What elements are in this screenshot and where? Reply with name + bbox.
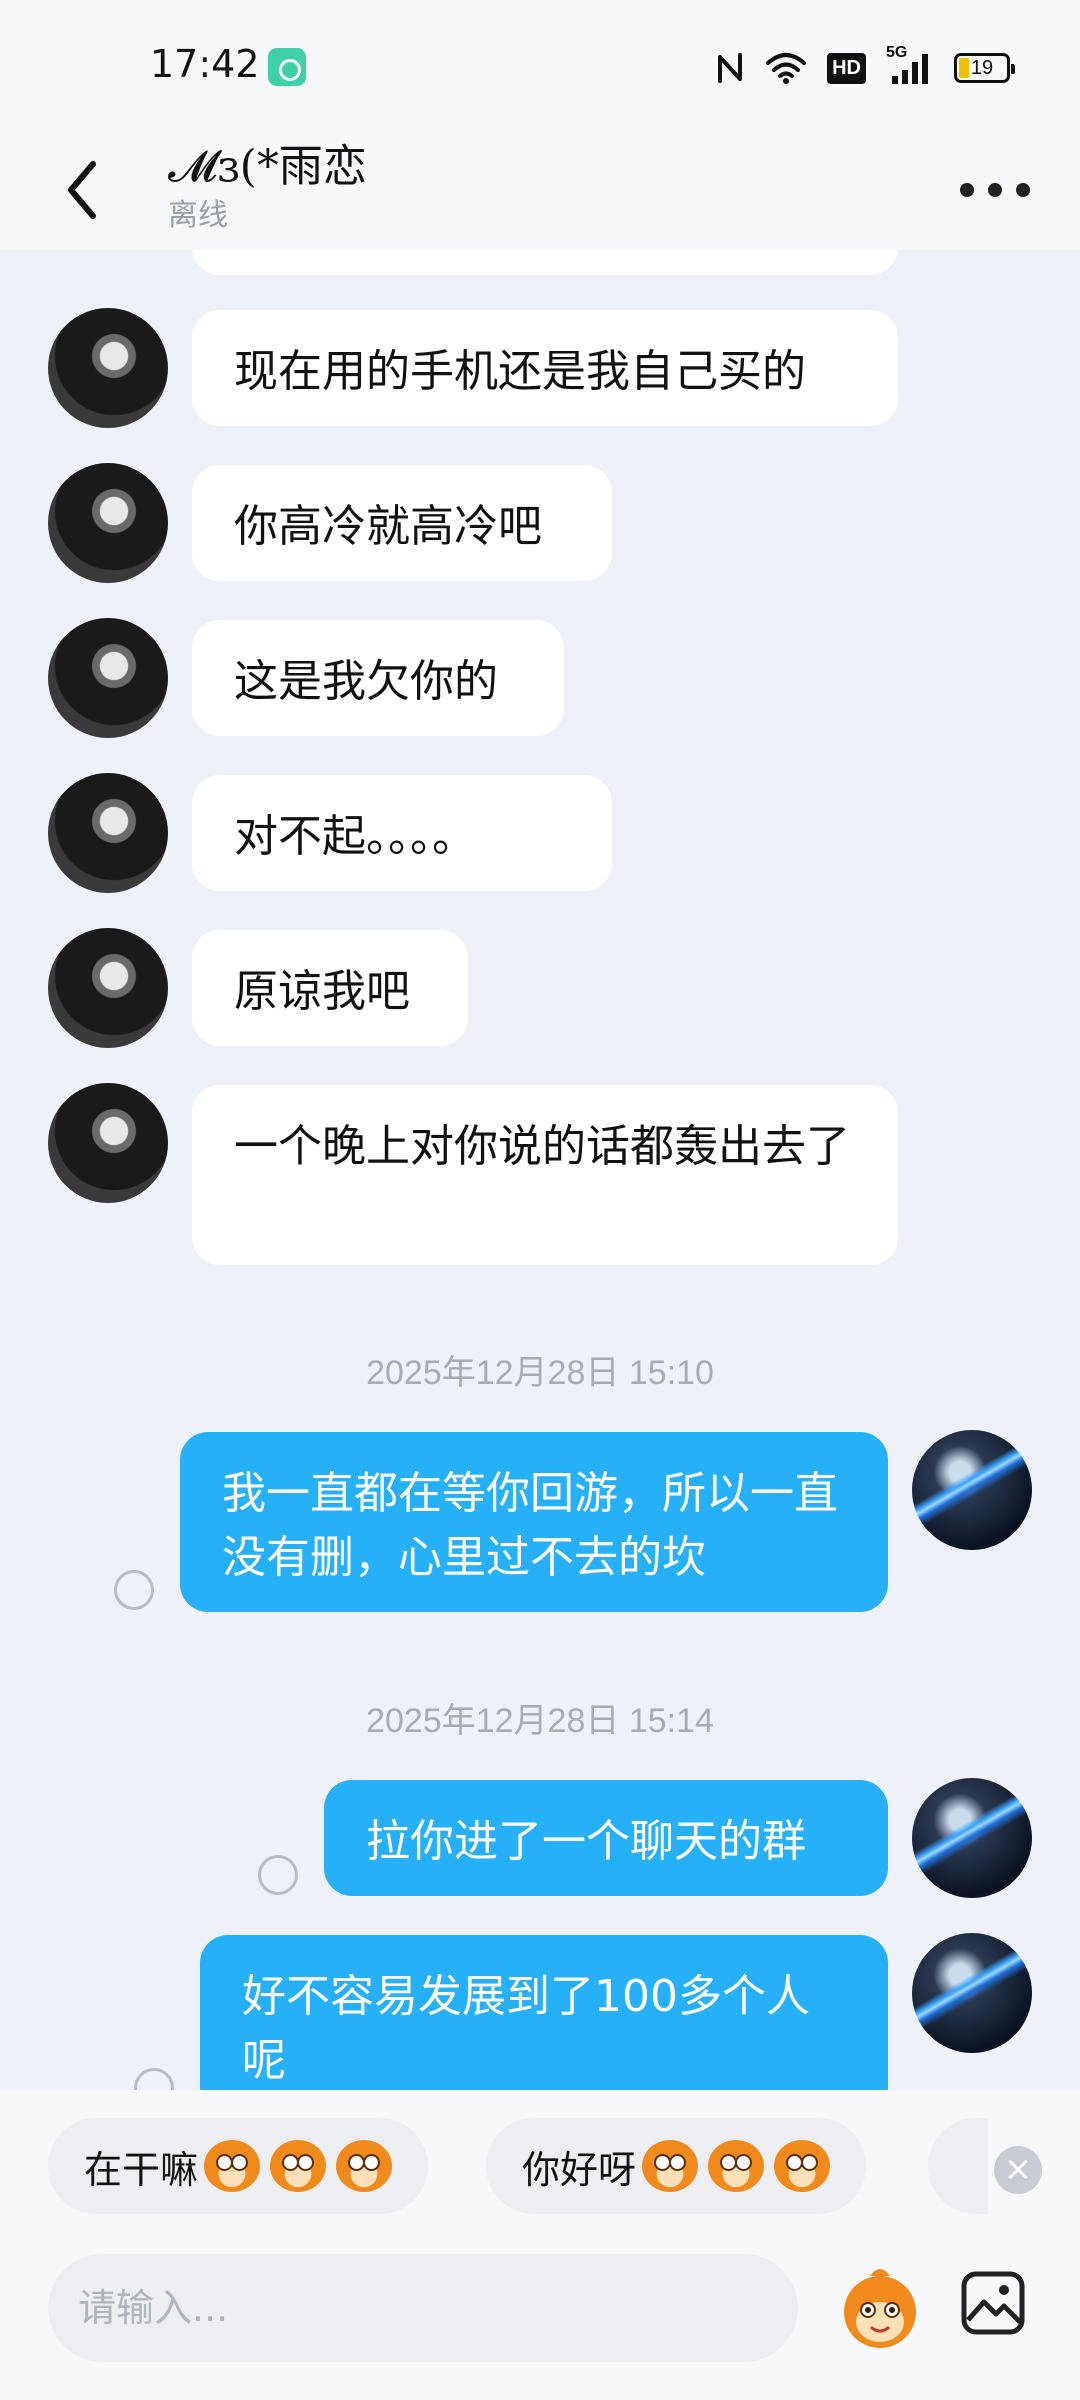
grinning-monkey-emoji-icon [270, 2140, 327, 2192]
unread-status-icon [258, 1855, 298, 1895]
message-bubble[interactable]: 好不容易发展到了100多个人呢 [200, 1935, 888, 2090]
my-avatar[interactable] [912, 1778, 1032, 1898]
message-bubble[interactable]: 你高冷就高冷吧 [192, 465, 612, 581]
previous-message-bubble [192, 250, 898, 275]
contact-avatar[interactable] [48, 773, 168, 893]
unread-status-icon [134, 2068, 174, 2090]
message-bubble[interactable]: 拉你进了一个聊天的群 [324, 1780, 888, 1896]
contact-avatar[interactable] [48, 463, 168, 583]
nfc-icon [718, 53, 743, 83]
message-timestamp: 2025年12月28日 15:14 [366, 1702, 714, 1740]
message-timestamp: 2025年12月28日 15:10 [366, 1354, 714, 1392]
chat-header: 𝓜ɜ(*雨恋 离线 [0, 130, 1080, 250]
message-bubble[interactable]: 现在用的手机还是我自己买的 [192, 310, 898, 426]
battery-level: 19 [970, 57, 994, 79]
battery-icon: 19 [954, 53, 1015, 83]
image-icon[interactable] [960, 2270, 1026, 2336]
message-bubble[interactable]: 一个晚上对你说的话都轰出去了 [192, 1085, 898, 1265]
contact-status: 离线 [168, 198, 228, 233]
message-list[interactable]: 现在用的手机还是我自己买的 你高冷就高冷吧 这是我欠你的 对不起。。。。 原谅我… [0, 250, 1080, 2090]
chat-screen: 17:42 HD 5G 19 𝓜ɜ(*雨恋 离线 现在用的手机还是我自己买的 你… [0, 0, 1080, 2400]
message-bubble[interactable]: 我一直都在等你回游，所以一直没有删，心里过不去的坎 [180, 1432, 888, 1612]
quick-reply-chip-partial[interactable] [928, 2118, 988, 2214]
quick-reply-chip[interactable]: 你好呀 [486, 2118, 867, 2214]
message-bubble[interactable]: 这是我欠你的 [192, 620, 564, 736]
status-bar: 17:42 HD 5G 19 [0, 0, 1080, 130]
wifi-icon [766, 53, 807, 84]
hd-icon: HD [827, 52, 866, 84]
signal-icon: 5G [886, 44, 934, 86]
quick-reply-label: 在干嘛 [84, 2147, 199, 2192]
close-icon[interactable]: × [994, 2146, 1042, 2194]
input-bar [0, 2240, 1080, 2400]
contact-avatar[interactable] [48, 618, 168, 738]
my-avatar[interactable] [912, 1933, 1032, 2053]
contact-name[interactable]: 𝓜ɜ(*雨恋 [168, 130, 367, 194]
contact-avatar[interactable] [48, 308, 168, 428]
contact-avatar[interactable] [48, 928, 168, 1048]
wide-eyed-monkey-emoji-icon [708, 2140, 765, 2192]
chat-app-icon [268, 48, 306, 86]
wide-eyed-monkey-emoji-icon [642, 2140, 699, 2192]
grinning-monkey-emoji-icon [204, 2140, 261, 2192]
quick-reply-bar: 在干嘛 你好呀 × [0, 2090, 1080, 2240]
wide-eyed-monkey-emoji-icon [774, 2140, 831, 2192]
contact-avatar[interactable] [48, 1083, 168, 1203]
sticker-monkey-icon[interactable] [830, 2258, 930, 2358]
grinning-monkey-emoji-icon [336, 2140, 393, 2192]
back-icon[interactable] [55, 150, 115, 230]
message-input[interactable] [48, 2254, 798, 2362]
unread-status-icon [114, 1570, 154, 1610]
status-time: 17:42 [150, 42, 260, 86]
quick-reply-chip[interactable]: 在干嘛 [48, 2118, 429, 2214]
message-bubble[interactable]: 对不起。。。。 [192, 775, 612, 891]
status-icons: HD 5G 19 [715, 44, 1015, 88]
quick-reply-label: 你好呀 [522, 2147, 637, 2192]
my-avatar[interactable] [912, 1430, 1032, 1550]
message-bubble[interactable]: 原谅我吧 [192, 930, 468, 1046]
more-icon[interactable] [960, 170, 1030, 210]
